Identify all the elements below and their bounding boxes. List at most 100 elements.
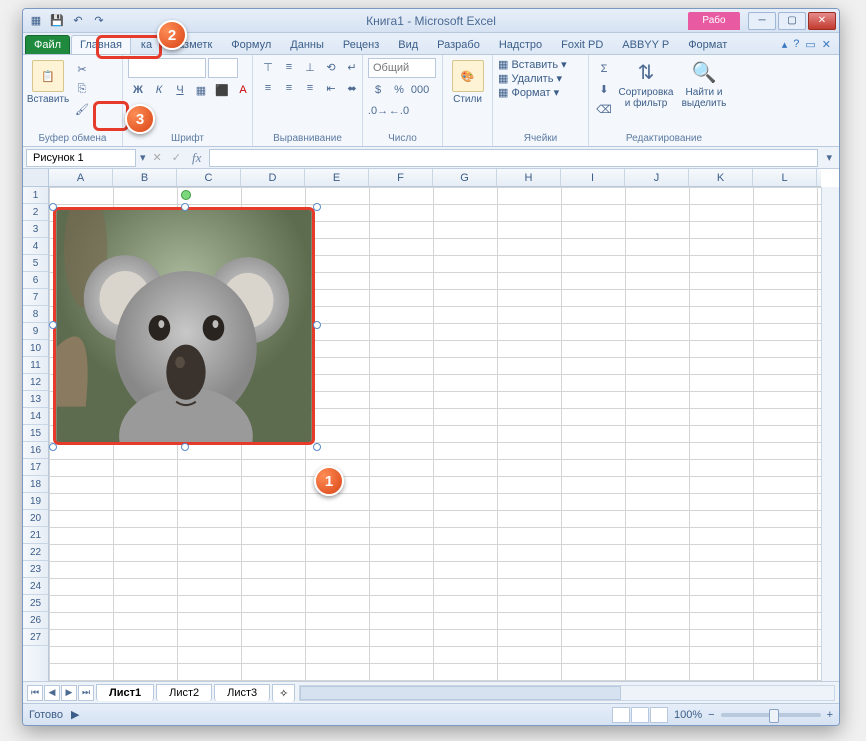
copy-icon[interactable]: ⎘	[72, 80, 92, 98]
find-select-button[interactable]: 🔍 Найти и выделить	[678, 58, 730, 109]
format-cells-button[interactable]: ▦ Формат ▾	[498, 86, 559, 99]
resize-handle-s[interactable]	[181, 443, 189, 451]
sheet-prev-icon[interactable]: ◀	[44, 685, 60, 701]
row-header[interactable]: 23	[23, 561, 48, 578]
row-header[interactable]: 10	[23, 340, 48, 357]
format-painter-icon[interactable]: 🖌	[72, 100, 92, 118]
fx-icon[interactable]: fx	[188, 150, 205, 166]
row-header[interactable]: 24	[23, 578, 48, 595]
row-headers[interactable]: 1234567891011121314151617181920212223242…	[23, 187, 49, 681]
align-middle-icon[interactable]: ≡	[279, 58, 299, 76]
percent-icon[interactable]: %	[389, 81, 409, 99]
expand-formula-icon[interactable]: ▾	[822, 151, 836, 164]
close-doc-icon[interactable]: ✕	[822, 38, 831, 51]
redo-icon[interactable]: ↷	[90, 12, 108, 30]
cut-icon[interactable]: ✂	[72, 60, 92, 78]
font-color-icon[interactable]: A	[233, 81, 253, 99]
select-all-corner[interactable]	[23, 169, 49, 187]
col-header[interactable]: J	[625, 169, 689, 186]
maximize-button[interactable]: ▢	[778, 12, 806, 30]
worksheet-grid[interactable]: ABCDEFGHIJKL 123456789101112131415161718…	[23, 169, 839, 681]
row-header[interactable]: 20	[23, 510, 48, 527]
tab-format[interactable]: Формат	[679, 35, 736, 54]
sheet-first-icon[interactable]: ⏮	[27, 685, 43, 701]
row-header[interactable]: 6	[23, 272, 48, 289]
new-sheet-icon[interactable]: ✧	[272, 684, 295, 702]
rotate-handle[interactable]	[181, 190, 191, 200]
col-header[interactable]: H	[497, 169, 561, 186]
tab-home[interactable]: Главная	[71, 35, 131, 54]
tab-view[interactable]: Вид	[389, 35, 427, 54]
row-header[interactable]: 25	[23, 595, 48, 612]
tab-file[interactable]: Файл	[25, 35, 70, 54]
row-header[interactable]: 3	[23, 221, 48, 238]
enter-icon[interactable]: ✓	[169, 151, 184, 164]
zoom-slider[interactable]	[721, 713, 821, 717]
indent-dec-icon[interactable]: ⇤	[321, 79, 341, 97]
macro-icon[interactable]: ▶	[71, 708, 79, 721]
resize-handle-se[interactable]	[313, 443, 321, 451]
horizontal-scrollbar[interactable]	[299, 685, 835, 701]
number-format-combo[interactable]: Общий	[368, 58, 436, 78]
row-header[interactable]: 18	[23, 476, 48, 493]
cancel-icon[interactable]: ✕	[150, 151, 165, 164]
styles-button[interactable]: 🎨 Стили	[448, 58, 487, 105]
row-header[interactable]: 19	[23, 493, 48, 510]
row-header[interactable]: 5	[23, 255, 48, 272]
orientation-icon[interactable]: ⟲	[321, 58, 341, 76]
row-header[interactable]: 13	[23, 391, 48, 408]
row-header[interactable]: 17	[23, 459, 48, 476]
font-family-combo[interactable]	[128, 58, 206, 78]
clear-icon[interactable]: ⌫	[594, 100, 614, 118]
sheet-last-icon[interactable]: ⏭	[78, 685, 94, 701]
view-normal-icon[interactable]	[612, 707, 630, 723]
vertical-scrollbar[interactable]	[821, 187, 839, 681]
align-center-icon[interactable]: ≡	[279, 79, 299, 97]
bold-icon[interactable]: Ж	[128, 81, 148, 99]
col-header[interactable]: D	[241, 169, 305, 186]
row-header[interactable]: 21	[23, 527, 48, 544]
row-header[interactable]: 12	[23, 374, 48, 391]
view-layout-icon[interactable]	[631, 707, 649, 723]
align-left-icon[interactable]: ≡	[258, 79, 278, 97]
sort-filter-button[interactable]: ⇅ Сортировка и фильтр	[618, 58, 674, 109]
tab-abbyy[interactable]: ABBYY P	[613, 35, 678, 54]
currency-icon[interactable]: $	[368, 81, 388, 99]
row-header[interactable]: 1	[23, 187, 48, 204]
paste-button[interactable]: 📋 Вставить	[28, 58, 68, 105]
formula-bar[interactable]	[209, 149, 818, 167]
row-header[interactable]: 7	[23, 289, 48, 306]
col-header[interactable]: I	[561, 169, 625, 186]
row-header[interactable]: 15	[23, 425, 48, 442]
row-header[interactable]: 16	[23, 442, 48, 459]
col-header[interactable]: F	[369, 169, 433, 186]
close-button[interactable]: ✕	[808, 12, 836, 30]
delete-cells-button[interactable]: ▦ Удалить ▾	[498, 72, 562, 85]
zoom-out-icon[interactable]: −	[708, 709, 714, 721]
options-icon[interactable]: ▭	[805, 38, 815, 51]
col-header[interactable]: G	[433, 169, 497, 186]
undo-icon[interactable]: ↶	[69, 12, 87, 30]
row-header[interactable]: 4	[23, 238, 48, 255]
align-top-icon[interactable]: ⊤	[258, 58, 278, 76]
row-header[interactable]: 11	[23, 357, 48, 374]
border-icon[interactable]: ▦	[191, 81, 211, 99]
merge-icon[interactable]: ⬌	[342, 79, 362, 97]
col-header[interactable]: C	[177, 169, 241, 186]
row-header[interactable]: 9	[23, 323, 48, 340]
col-header[interactable]: A	[49, 169, 113, 186]
tab-developer[interactable]: Разрабо	[428, 35, 489, 54]
pink-tab[interactable]: Рабо	[688, 12, 740, 30]
col-header[interactable]: B	[113, 169, 177, 186]
sheet-tab-3[interactable]: Лист3	[214, 684, 270, 701]
underline-icon[interactable]: Ч	[170, 81, 190, 99]
tab-review[interactable]: Реценз	[334, 35, 388, 54]
sheet-next-icon[interactable]: ▶	[61, 685, 77, 701]
name-box[interactable]	[26, 149, 136, 167]
col-header[interactable]: K	[689, 169, 753, 186]
inc-decimal-icon[interactable]: .0→	[368, 102, 388, 120]
minimize-button[interactable]: ─	[748, 12, 776, 30]
save-icon[interactable]: 💾	[48, 12, 66, 30]
comma-icon[interactable]: 000	[410, 81, 430, 99]
resize-handle-sw[interactable]	[49, 443, 57, 451]
